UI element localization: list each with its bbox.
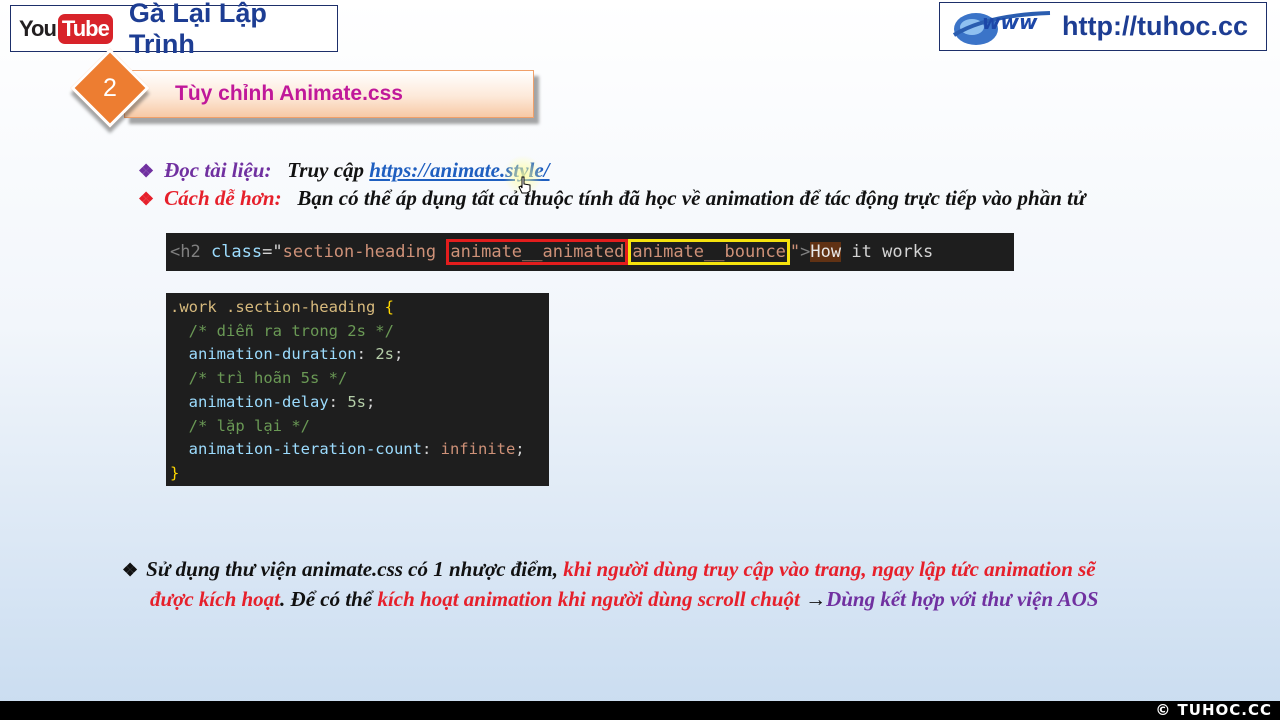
css-prop: animation-delay bbox=[188, 392, 329, 411]
code-tag-open: <h2 bbox=[170, 242, 211, 262]
arrow-right-icon: → bbox=[805, 587, 827, 611]
bullet-diamond-icon: ❖ bbox=[138, 161, 155, 181]
footer-brand: © TUHOC.CC bbox=[1155, 701, 1272, 719]
note-diamond-icon: ❖ bbox=[122, 560, 139, 580]
bullet-text: Bạn có thể áp dụng tất cả thuộc tính đã … bbox=[297, 186, 1086, 210]
code-class-animated: animate__animated bbox=[446, 239, 629, 265]
note-part4: . Để có thể bbox=[280, 587, 373, 611]
css-value: 2s bbox=[375, 345, 394, 364]
note-part2: khi người dùng truy cập vào trang, ngay … bbox=[563, 557, 1096, 581]
bullet-label: Cách dễ hơn: bbox=[164, 186, 282, 210]
css-prop: animation-duration bbox=[188, 345, 357, 364]
footer-bar: © TUHOC.CC bbox=[0, 701, 1280, 720]
note-part5: kích hoạt animation khi người dùng scrol… bbox=[377, 587, 800, 611]
css-code-snippet: .work .section-heading { /* diễn ra tron… bbox=[166, 293, 549, 486]
note-part3: được kích hoạt bbox=[150, 587, 281, 611]
channel-name: Gà Lại Lập Trình bbox=[128, 0, 267, 59]
section-badge: Tùy chỉnh Animate.css 2 bbox=[70, 48, 534, 130]
section-number: 2 bbox=[103, 73, 117, 102]
bullet-read-docs: ❖ Đọc tài liệu: Truy cập https://animate.… bbox=[138, 158, 550, 183]
code-how: How bbox=[810, 242, 842, 262]
section-banner: Tùy chỉnh Animate.css bbox=[124, 70, 534, 118]
bullet-diamond-icon: ❖ bbox=[138, 189, 155, 209]
hand-cursor-icon bbox=[518, 176, 532, 199]
css-selector: .work .section-heading bbox=[170, 298, 385, 316]
css-comment: /* trì hoãn 5s */ bbox=[188, 369, 348, 388]
code-close-quote: " bbox=[789, 242, 801, 262]
code-rest: it works bbox=[841, 242, 934, 262]
site-header: www http://tuhoc.cc bbox=[939, 2, 1267, 51]
code-class-section-heading: section-heading bbox=[282, 242, 447, 262]
channel-header: You Tube Gà Lại Lập Trình bbox=[10, 0, 338, 59]
bullet-label: Đọc tài liệu: bbox=[164, 158, 272, 182]
code-gt: > bbox=[800, 242, 811, 262]
site-url[interactable]: http://tuhoc.cc bbox=[1062, 11, 1248, 42]
youtube-logo[interactable]: You Tube bbox=[19, 13, 113, 44]
code-class-bounce: animate__bounce bbox=[628, 239, 790, 265]
css-value: infinite bbox=[440, 440, 516, 459]
youtube-logo-you: You bbox=[19, 15, 57, 41]
bullet-text: Truy cập bbox=[287, 158, 365, 182]
bullet-easier-way: ❖ Cách dễ hơn: Bạn có thể áp dụng tất cả … bbox=[138, 186, 1086, 211]
css-close-brace: } bbox=[170, 463, 180, 482]
note-part1: Sử dụng thư viện animate.css có 1 nhược … bbox=[146, 557, 559, 581]
youtube-logo-tube: Tube bbox=[57, 13, 113, 44]
css-comment: /* lặp lại */ bbox=[188, 416, 310, 435]
footer-brand-text: TUHOC.CC bbox=[1177, 701, 1272, 719]
css-comment: /* diễn ra trong 2s */ bbox=[188, 321, 394, 340]
css-prop: animation-iteration-count bbox=[188, 440, 422, 459]
html-code-snippet: <h2 class =" section-heading animate__anim… bbox=[166, 233, 1014, 271]
www-globe-icon: www bbox=[946, 7, 1054, 47]
code-eq: =" bbox=[262, 242, 283, 262]
svg-text:www: www bbox=[982, 10, 1038, 34]
note-part6: Dùng kết hợp với thư viện AOS bbox=[826, 587, 1099, 611]
css-value: 5s bbox=[347, 392, 366, 411]
section-title: Tùy chỉnh Animate.css bbox=[175, 82, 403, 105]
css-open-brace: { bbox=[384, 298, 394, 316]
note-paragraph: ❖ Sử dụng thư viện animate.css có 1 nhược… bbox=[122, 555, 1252, 614]
code-attr: class bbox=[210, 242, 263, 262]
